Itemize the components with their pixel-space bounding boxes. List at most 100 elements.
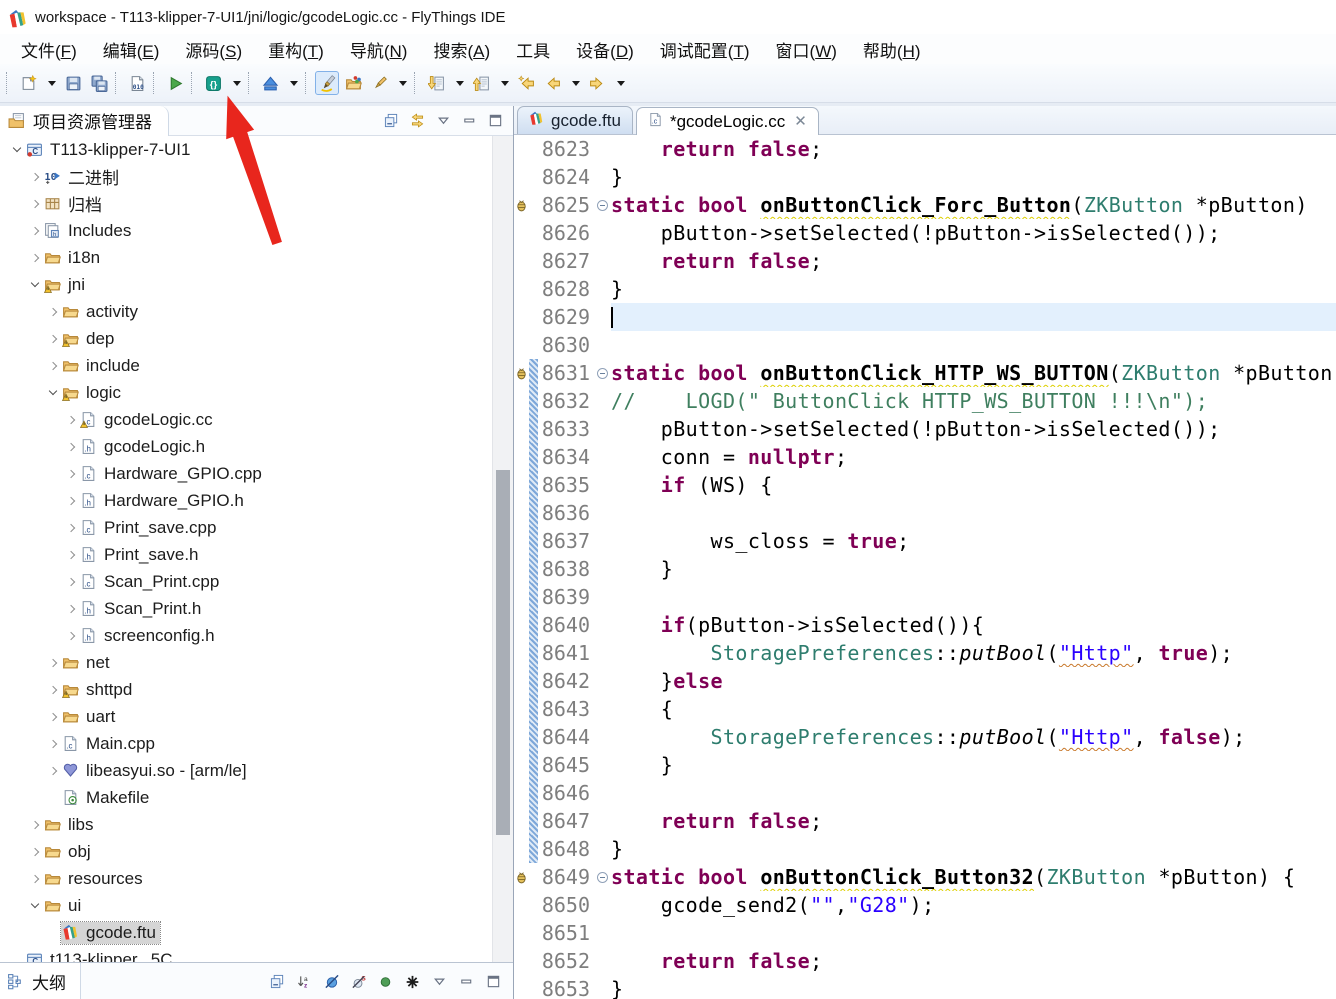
collapsed-chevron-icon[interactable] — [26, 174, 43, 180]
collapse-dot-icon[interactable] — [597, 872, 608, 883]
collapsed-chevron-icon[interactable] — [62, 633, 79, 639]
code-line-8628[interactable]: 8628} — [514, 275, 1336, 303]
code-line-8636[interactable]: 8636 — [514, 499, 1336, 527]
hide-static-icon[interactable]: S — [351, 974, 366, 989]
code-line-8634[interactable]: 8634 conn = nullptr; — [514, 443, 1336, 471]
tree-item-libs[interactable]: libs — [0, 811, 513, 838]
menu-item-4[interactable]: 重构(T) — [255, 35, 337, 64]
braces-dropdown-arrow[interactable] — [233, 81, 241, 86]
code-text[interactable]: StoragePreferences::putBool("Http", true… — [611, 639, 1336, 667]
expanded-chevron-icon[interactable] — [26, 283, 43, 286]
menu-item-10[interactable]: 窗口(W) — [763, 35, 850, 64]
maximize-icon[interactable] — [486, 974, 501, 989]
hide-nonpublic-icon[interactable] — [405, 974, 420, 989]
tree-item-include[interactable]: include — [0, 352, 513, 379]
code-line-8642[interactable]: 8642 }else — [514, 667, 1336, 695]
back-button[interactable] — [540, 71, 564, 95]
new-file-dropdown-arrow[interactable] — [48, 81, 56, 86]
code-line-8633[interactable]: 8633 pButton->setSelected(!pButton->isSe… — [514, 415, 1336, 443]
code-line-8643[interactable]: 8643 { — [514, 695, 1336, 723]
collapsed-chevron-icon[interactable] — [26, 201, 43, 207]
minimize-icon[interactable] — [459, 974, 474, 989]
code-line-8627[interactable]: 8627 return false; — [514, 247, 1336, 275]
next-annotation-button[interactable] — [424, 71, 448, 95]
tree-item-hardware_gpio.cpp[interactable]: .cHardware_GPIO.cpp — [0, 460, 513, 487]
fold-marker[interactable] — [593, 200, 611, 211]
open-folder-button[interactable] — [341, 71, 365, 95]
tree-item-dep[interactable]: dep — [0, 325, 513, 352]
tree-item-obj[interactable]: obj — [0, 838, 513, 865]
code-text[interactable]: } — [611, 751, 1336, 779]
code-text[interactable] — [611, 303, 1336, 331]
tree-item-libeasyui.so---arm-le-[interactable]: libeasyui.so - [arm/le] — [0, 757, 513, 784]
collapsed-chevron-icon[interactable] — [62, 498, 79, 504]
code-line-8623[interactable]: 8623 return false; — [514, 135, 1336, 163]
maximize-icon[interactable] — [488, 113, 503, 128]
code-line-8641[interactable]: 8641 StoragePreferences::putBool("Http",… — [514, 639, 1336, 667]
code-line-8629[interactable]: 8629 — [514, 303, 1336, 331]
fold-marker[interactable] — [593, 368, 611, 379]
tree-item-resources[interactable]: resources — [0, 865, 513, 892]
fold-marker[interactable] — [593, 872, 611, 883]
code-text[interactable]: return false; — [611, 247, 1336, 275]
code-line-8651[interactable]: 8651 — [514, 919, 1336, 947]
code-line-8648[interactable]: 8648} — [514, 835, 1336, 863]
pen-dropdown-arrow[interactable] — [399, 81, 407, 86]
collapse-all-icon[interactable] — [270, 974, 285, 989]
code-text[interactable]: } — [611, 275, 1336, 303]
tree-item-jni[interactable]: jni — [0, 271, 513, 298]
code-text[interactable]: if (WS) { — [611, 471, 1336, 499]
code-text[interactable]: static bool onButtonClick_Button32(ZKBut… — [611, 863, 1336, 891]
link-editor-icon[interactable] — [410, 113, 425, 128]
pen-button[interactable] — [367, 71, 391, 95]
menu-item-5[interactable]: 导航(N) — [337, 35, 421, 64]
collapse-dot-icon[interactable] — [597, 200, 608, 211]
prev-annotation-button[interactable] — [469, 71, 493, 95]
collapsed-chevron-icon[interactable] — [62, 525, 79, 531]
braces-button[interactable]: {} — [201, 71, 225, 95]
tree-item-net[interactable]: net — [0, 649, 513, 676]
tree-item-print_save.cpp[interactable]: .cPrint_save.cpp — [0, 514, 513, 541]
collapsed-chevron-icon[interactable] — [62, 552, 79, 558]
tree-item-scan_print.cpp[interactable]: .cScan_Print.cpp — [0, 568, 513, 595]
code-text[interactable]: } — [611, 163, 1336, 191]
code-text[interactable]: ws_closs = true; — [611, 527, 1336, 555]
tree-item-screenconfig.h[interactable]: .hscreenconfig.h — [0, 622, 513, 649]
menu-item-2[interactable]: 编辑(E) — [90, 35, 173, 64]
code-text[interactable] — [611, 919, 1336, 947]
tree-item-scan_print.h[interactable]: .hScan_Print.h — [0, 595, 513, 622]
run-button[interactable] — [163, 71, 187, 95]
tree-item--[interactable]: 10二进制 — [0, 163, 513, 190]
code-text[interactable]: } — [611, 555, 1336, 583]
code-editor[interactable]: 8623 return false;8624}8625static bool o… — [514, 135, 1336, 999]
tree-scrollbar[interactable] — [492, 136, 513, 962]
code-text[interactable]: pButton->setSelected(!pButton->isSelecte… — [611, 415, 1336, 443]
code-line-8635[interactable]: 8635 if (WS) { — [514, 471, 1336, 499]
code-line-8646[interactable]: 8646 — [514, 779, 1336, 807]
collapsed-chevron-icon[interactable] — [62, 417, 79, 423]
outline-tab[interactable]: 大纲 — [0, 963, 81, 999]
expanded-chevron-icon[interactable] — [26, 904, 43, 907]
menu-item-1[interactable]: 文件(F) — [8, 35, 90, 64]
forward-button[interactable] — [585, 71, 609, 95]
code-text[interactable]: static bool onButtonClick_HTTP_WS_BUTTON… — [611, 359, 1336, 387]
tree-item-ui[interactable]: ui — [0, 892, 513, 919]
tree-item-logic[interactable]: logic — [0, 379, 513, 406]
tree-item-uart[interactable]: uart — [0, 703, 513, 730]
tree-scrollbar-thumb[interactable] — [496, 470, 510, 835]
collapsed-chevron-icon[interactable] — [44, 687, 61, 693]
tree-item-main.cpp[interactable]: .cMain.cpp — [0, 730, 513, 757]
code-line-8645[interactable]: 8645 } — [514, 751, 1336, 779]
code-text[interactable]: return false; — [611, 135, 1336, 163]
collapsed-chevron-icon[interactable] — [44, 363, 61, 369]
editor-tab-gcodeLogic.cc[interactable]: .c*gcodeLogic.cc✕ — [636, 107, 819, 135]
upload-button[interactable] — [258, 71, 282, 95]
menu-item-6[interactable]: 搜索(A) — [420, 35, 503, 64]
tree-item-hardware_gpio.h[interactable]: .hHardware_GPIO.h — [0, 487, 513, 514]
tree-item-gcodelogic.cc[interactable]: .cgcodeLogic.cc — [0, 406, 513, 433]
prev-annotation-dropdown-arrow[interactable] — [501, 81, 509, 86]
code-line-8644[interactable]: 8644 StoragePreferences::putBool("Http",… — [514, 723, 1336, 751]
collapsed-chevron-icon[interactable] — [62, 606, 79, 612]
code-line-8638[interactable]: 8638 } — [514, 555, 1336, 583]
collapsed-chevron-icon[interactable] — [26, 849, 43, 855]
